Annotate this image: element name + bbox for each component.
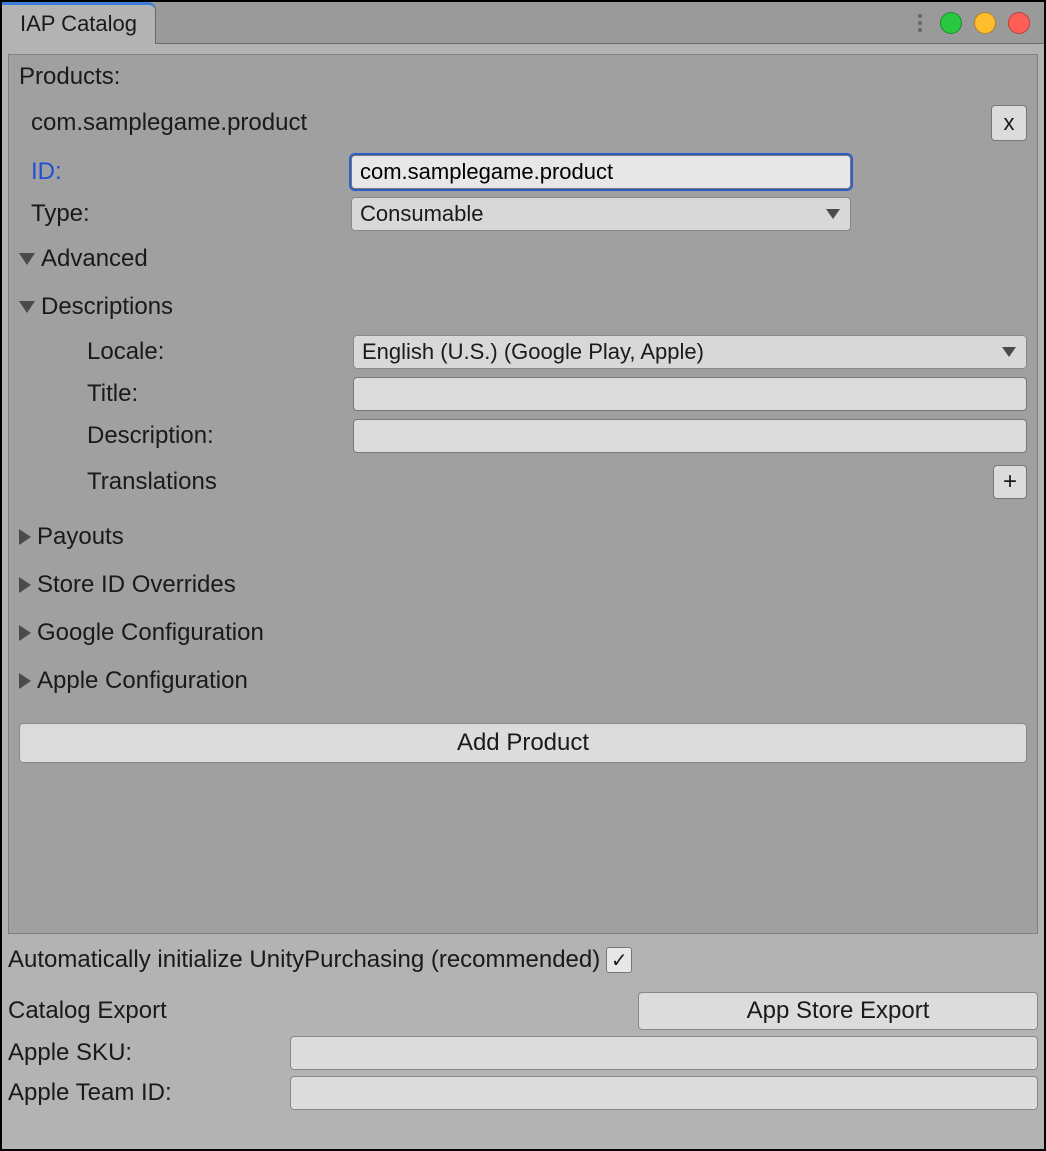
export-button-label: App Store Export: [747, 997, 930, 1025]
plus-icon: +: [1003, 468, 1017, 496]
window-controls: [918, 12, 1044, 34]
triangle-right-icon: [19, 673, 31, 689]
chevron-down-icon: [1002, 347, 1016, 357]
tab-bar: IAP Catalog: [2, 2, 1044, 44]
window-maximize-icon[interactable]: [974, 12, 996, 34]
triangle-right-icon: [19, 577, 31, 593]
triangle-down-icon: [19, 301, 35, 313]
apple-sku-input[interactable]: [290, 1036, 1038, 1070]
descriptions-label: Descriptions: [41, 293, 173, 321]
app-store-export-button[interactable]: App Store Export: [638, 992, 1038, 1030]
payouts-label: Payouts: [37, 523, 124, 551]
apple-team-id-label: Apple Team ID:: [8, 1079, 290, 1107]
apple-sku-label: Apple SKU:: [8, 1039, 290, 1067]
apple-team-id-input[interactable]: [290, 1076, 1038, 1110]
payouts-foldout[interactable]: Payouts: [19, 513, 1027, 561]
add-product-button[interactable]: Add Product: [19, 723, 1027, 763]
product-type-dropdown[interactable]: Consumable: [351, 197, 851, 231]
advanced-foldout[interactable]: Advanced: [19, 235, 1027, 283]
product-type-value: Consumable: [360, 201, 484, 227]
catalog-export-label: Catalog Export: [8, 997, 638, 1025]
products-heading: Products:: [19, 63, 1027, 91]
google-configuration-label: Google Configuration: [37, 619, 264, 647]
product-name-label: com.samplegame.product: [31, 109, 307, 137]
product-id-input[interactable]: [351, 155, 851, 189]
auto-init-label: Automatically initialize UnityPurchasing…: [8, 946, 600, 974]
window-minimize-icon[interactable]: [940, 12, 962, 34]
remove-product-button[interactable]: x: [991, 105, 1027, 141]
window-close-icon[interactable]: [1008, 12, 1030, 34]
triangle-right-icon: [19, 529, 31, 545]
type-label: Type:: [31, 200, 351, 228]
apple-configuration-label: Apple Configuration: [37, 667, 248, 695]
title-label: Title:: [87, 380, 353, 408]
translations-label: Translations: [87, 468, 217, 496]
store-id-overrides-label: Store ID Overrides: [37, 571, 236, 599]
store-id-overrides-foldout[interactable]: Store ID Overrides: [19, 561, 1027, 609]
kebab-menu-icon[interactable]: [918, 14, 922, 32]
add-translation-button[interactable]: +: [993, 465, 1027, 499]
id-label: ID:: [31, 158, 351, 186]
advanced-label: Advanced: [41, 245, 148, 273]
checkmark-icon: ✓: [611, 948, 628, 973]
add-product-label: Add Product: [457, 729, 589, 757]
remove-x-label: x: [1004, 110, 1015, 136]
google-configuration-foldout[interactable]: Google Configuration: [19, 609, 1027, 657]
description-input[interactable]: [353, 419, 1027, 453]
triangle-right-icon: [19, 625, 31, 641]
tab-title-label: IAP Catalog: [20, 11, 137, 37]
chevron-down-icon: [826, 209, 840, 219]
locale-value: English (U.S.) (Google Play, Apple): [362, 339, 704, 365]
locale-label: Locale:: [87, 338, 353, 366]
products-panel: Products: com.samplegame.product x ID: T…: [8, 54, 1038, 934]
descriptions-foldout[interactable]: Descriptions: [19, 283, 1027, 331]
auto-init-checkbox[interactable]: ✓: [606, 947, 632, 973]
title-input[interactable]: [353, 377, 1027, 411]
description-label: Description:: [87, 422, 353, 450]
triangle-down-icon: [19, 253, 35, 265]
apple-configuration-foldout[interactable]: Apple Configuration: [19, 657, 1027, 705]
tab-iap-catalog[interactable]: IAP Catalog: [2, 2, 156, 44]
locale-dropdown[interactable]: English (U.S.) (Google Play, Apple): [353, 335, 1027, 369]
